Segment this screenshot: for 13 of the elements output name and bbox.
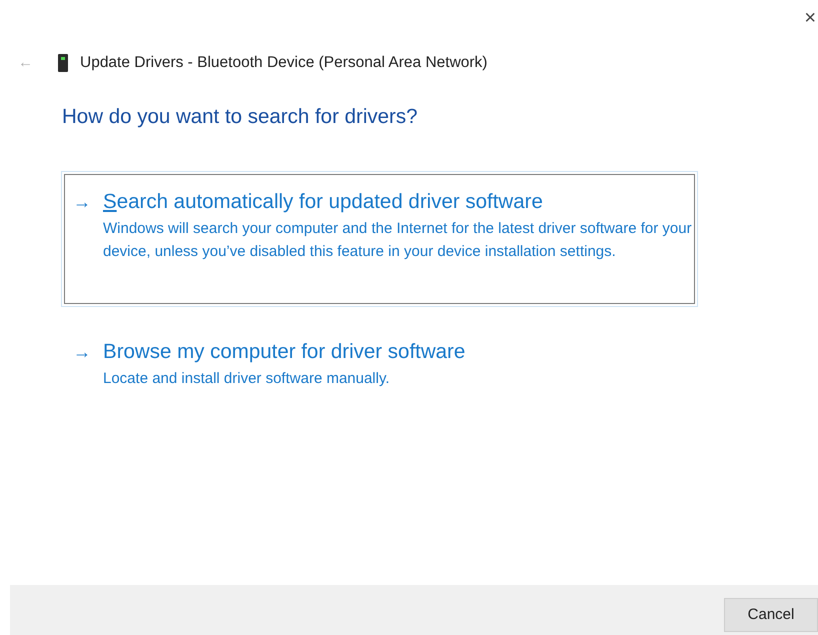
option-description: Windows will search your computer and the Internet for the latest driver software for your device, unless you’ve disabled this feature in your device installation settings.: [103, 218, 693, 262]
option-card[interactable]: [61, 170, 698, 307]
arrow-icon: →: [73, 338, 91, 366]
window-title: Update Drivers - Bluetooth Device (Personal Area Network): [80, 53, 488, 74]
option-description: Locate and install driver software manually.: [103, 368, 391, 389]
option-title[interactable]: Search automatically for updated driver software: [103, 188, 699, 215]
page-heading: How do you want to search for drivers?: [62, 104, 418, 130]
close-icon[interactable]: ×: [804, 8, 816, 30]
option-card[interactable]: → Browse my computer for driver software Locate and install driver software manually.: [61, 320, 698, 410]
cancel-button[interactable]: Cancel: [724, 598, 818, 632]
device-icon: [58, 54, 68, 72]
option-title[interactable]: Browse my computer for driver software: [103, 338, 699, 365]
arrow-icon: →: [73, 188, 91, 216]
